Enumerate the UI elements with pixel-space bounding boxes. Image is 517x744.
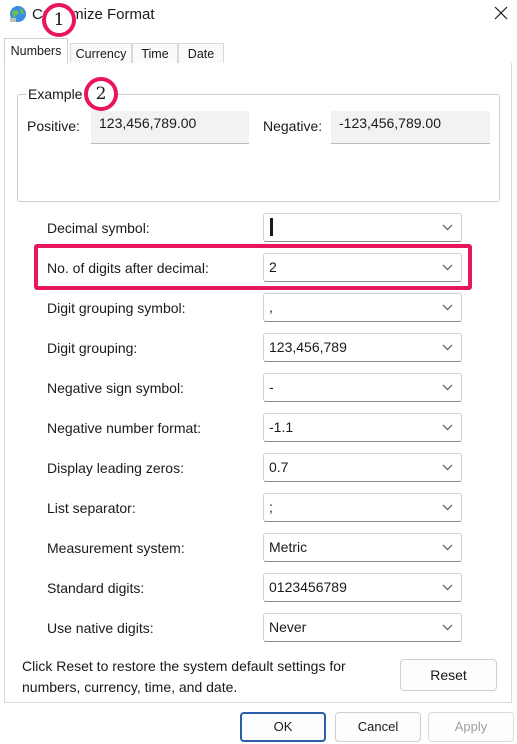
list-separator-select[interactable]: ; bbox=[263, 493, 462, 522]
chevron-down-icon bbox=[442, 424, 453, 431]
chevron-down-icon bbox=[442, 224, 453, 231]
digit-grouping-symbol-select[interactable]: , bbox=[263, 293, 462, 322]
native-digits-select[interactable]: Never bbox=[263, 613, 462, 642]
measurement-system-label: Measurement system: bbox=[47, 540, 185, 556]
negative-sign-symbol-label: Negative sign symbol: bbox=[47, 380, 184, 396]
list-separator-value: ; bbox=[269, 499, 273, 515]
native-digits-value: Never bbox=[269, 619, 307, 635]
globe-icon bbox=[8, 4, 28, 24]
negative-label: Negative: bbox=[263, 118, 323, 134]
apply-button[interactable]: Apply bbox=[428, 712, 514, 742]
negative-sign-symbol-value: - bbox=[269, 379, 274, 395]
negative-number-format-select[interactable]: -1.1 bbox=[263, 413, 462, 442]
digit-grouping-value: 123,456,789 bbox=[269, 339, 347, 355]
positive-label: Positive: bbox=[27, 118, 80, 134]
negative-example: -123,456,789.00 bbox=[331, 111, 490, 144]
standard-digits-select[interactable]: 0123456789 bbox=[263, 573, 462, 602]
negative-number-format-value: -1.1 bbox=[269, 419, 294, 435]
decimal-symbol-value: . bbox=[269, 219, 273, 235]
cancel-button[interactable]: Cancel bbox=[335, 712, 421, 742]
reset-button[interactable]: Reset bbox=[400, 659, 497, 691]
leading-zeros-label: Display leading zeros: bbox=[47, 460, 184, 476]
tab-currency[interactable]: Currency bbox=[70, 43, 132, 63]
chevron-down-icon bbox=[442, 304, 453, 311]
digit-grouping-select[interactable]: 123,456,789 bbox=[263, 333, 462, 362]
measurement-system-value: Metric bbox=[269, 539, 308, 555]
chevron-down-icon bbox=[442, 384, 453, 391]
leading-zeros-select[interactable]: 0.7 bbox=[263, 453, 462, 482]
measurement-system-select[interactable]: Metric bbox=[263, 533, 462, 562]
standard-digits-label: Standard digits: bbox=[47, 580, 145, 596]
close-icon bbox=[494, 6, 507, 20]
leading-zeros-value: 0.7 bbox=[269, 459, 289, 475]
list-separator-label: List separator: bbox=[47, 500, 136, 516]
standard-digits-value: 0123456789 bbox=[269, 579, 347, 595]
annotation-marker-1: 1 bbox=[42, 3, 76, 37]
tab-numbers[interactable]: Numbers bbox=[4, 38, 68, 64]
reset-info-text: Click Reset to restore the system defaul… bbox=[22, 658, 346, 695]
tab-date[interactable]: Date bbox=[178, 43, 224, 63]
chevron-down-icon bbox=[442, 584, 453, 591]
tab-time[interactable]: Time bbox=[132, 43, 178, 63]
chevron-down-icon bbox=[442, 464, 453, 471]
chevron-down-icon bbox=[442, 544, 453, 551]
positive-example: 123,456,789.00 bbox=[91, 111, 249, 144]
chevron-down-icon bbox=[442, 344, 453, 351]
close-button[interactable] bbox=[484, 0, 517, 28]
annotation-marker-2: 2 bbox=[84, 77, 118, 111]
native-digits-label: Use native digits: bbox=[47, 620, 154, 636]
decimal-symbol-label: Decimal symbol: bbox=[47, 220, 150, 236]
digit-grouping-symbol-label: Digit grouping symbol: bbox=[47, 300, 186, 316]
digit-grouping-symbol-value: , bbox=[269, 299, 273, 315]
ok-button[interactable]: OK bbox=[240, 712, 326, 742]
negative-number-format-label: Negative number format: bbox=[47, 420, 202, 436]
chevron-down-icon bbox=[442, 624, 453, 631]
example-legend: Example bbox=[26, 86, 85, 102]
decimal-symbol-select[interactable]: . bbox=[263, 213, 462, 242]
negative-sign-symbol-select[interactable]: - bbox=[263, 373, 462, 402]
title-bar: Customize Format bbox=[0, 0, 517, 30]
negative-value: -123,456,789.00 bbox=[339, 115, 441, 131]
highlight-box bbox=[34, 244, 472, 290]
chevron-down-icon bbox=[442, 504, 453, 511]
digit-grouping-label: Digit grouping: bbox=[47, 340, 138, 356]
positive-value: 123,456,789.00 bbox=[99, 115, 197, 131]
